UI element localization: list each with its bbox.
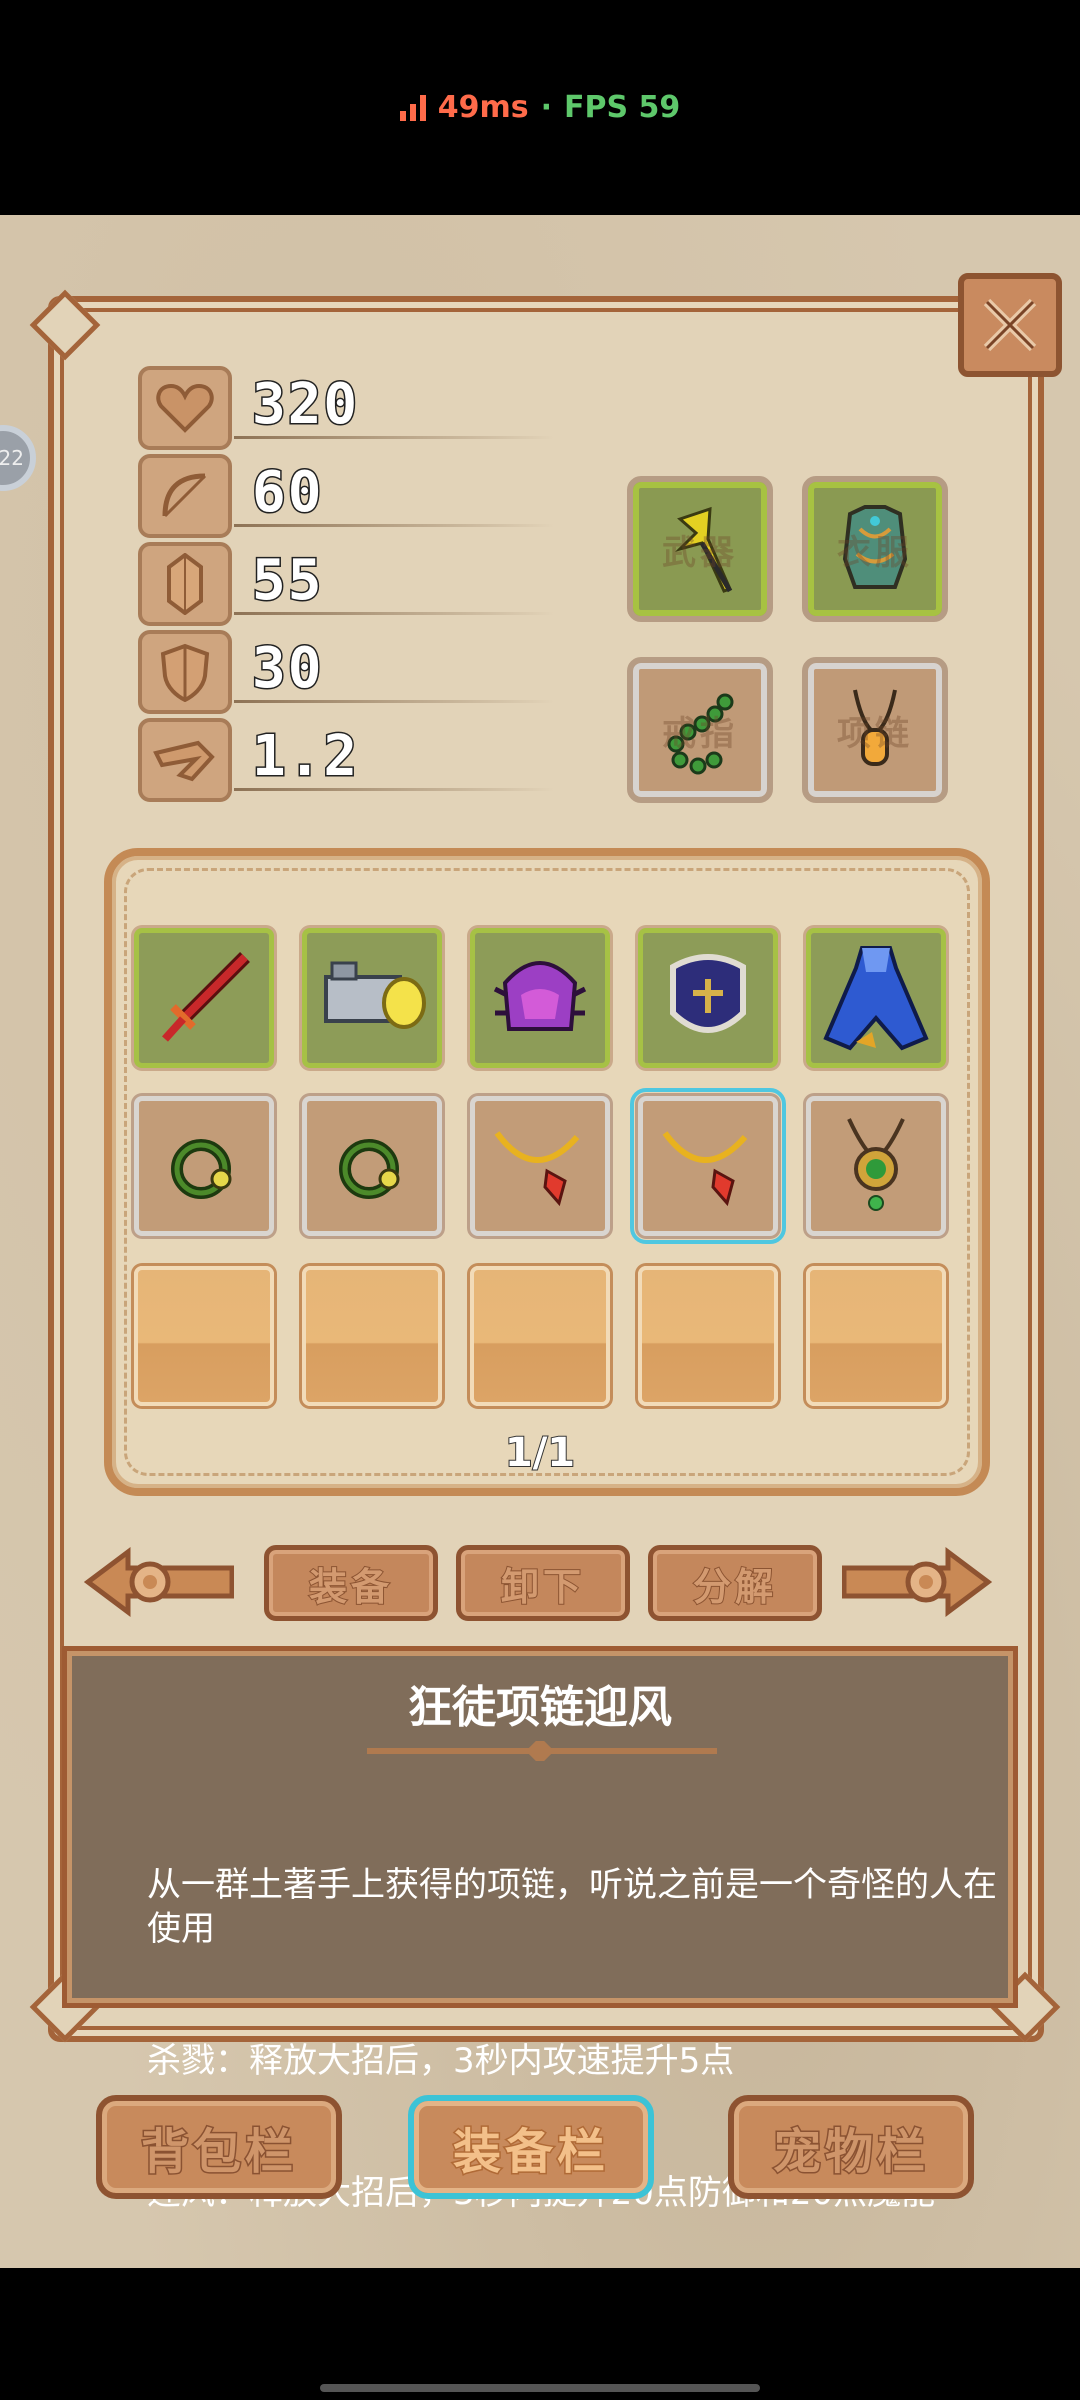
speed-icon (138, 718, 232, 802)
equipped-armor-slot[interactable]: 衣服 (802, 476, 948, 622)
stat-value-health: 320 (250, 371, 360, 439)
next-page-button[interactable] (841, 1532, 993, 1632)
inventory-slot-empty[interactable] (302, 1266, 442, 1406)
inventory-slot-cannon[interactable] (302, 928, 442, 1068)
equipped-weapon-slot[interactable]: 武器 (627, 476, 773, 622)
equipped-ring-slot[interactable]: 戒指 (627, 657, 773, 803)
equip-button[interactable]: 装备 (264, 1545, 438, 1621)
stat-row-health: 320 (138, 366, 558, 450)
shield-icon (138, 630, 232, 714)
stat-underline (234, 436, 554, 439)
tab-equipment[interactable]: 装备栏 (408, 2095, 654, 2199)
inventory-slot-green-ring[interactable] (302, 1096, 442, 1236)
slot-label-armor: 衣服 (837, 532, 913, 573)
inventory-slot-gold-necklace[interactable] (470, 1096, 610, 1236)
stat-underline (234, 524, 554, 527)
home-indicator[interactable] (320, 2384, 760, 2392)
inventory-slot-gold-necklace-selected[interactable] (630, 1088, 786, 1244)
tab-pets[interactable]: 宠物栏 (728, 2095, 974, 2199)
purple-helmet-icon (493, 961, 587, 1031)
gold-necklace-icon (662, 1131, 748, 1207)
stat-row-speed: 1.2 (138, 718, 558, 802)
gold-necklace-icon (494, 1131, 580, 1207)
stat-row-attack: 60 (138, 454, 558, 538)
blue-shield-icon (670, 954, 746, 1033)
green-ring-icon (339, 1139, 400, 1199)
inventory-slot-green-ring[interactable] (134, 1096, 274, 1236)
inventory-slot-empty[interactable] (134, 1266, 274, 1406)
equipped-necklace-slot[interactable]: 项链 (802, 657, 948, 803)
inventory-slot-blue-shield[interactable] (638, 928, 778, 1068)
inventory-slot-red-sword[interactable] (134, 928, 274, 1068)
separator: · (540, 90, 552, 125)
left-arrow-icon (83, 1547, 235, 1617)
status-bar: 49ms · FPS 59 (0, 0, 1080, 215)
fps-text: FPS 59 (564, 90, 681, 125)
inventory-slot-emerald-pendant[interactable] (806, 1096, 946, 1236)
crystal-icon (138, 542, 232, 626)
slot-label-weapon: 武器 (662, 532, 738, 573)
green-ring-icon (171, 1139, 232, 1199)
ping-text: 49ms (437, 90, 529, 125)
decompose-button[interactable]: 分解 (648, 1545, 822, 1621)
stat-row-defense: 30 (138, 630, 558, 714)
stat-value-attack: 60 (250, 459, 324, 527)
item-description-text: 从一群土著手上获得的项链，听说之前是一个奇怪的人在使用 杀戮：释放大招后，3秒内… (147, 1775, 1007, 2303)
inventory-slot-empty[interactable] (638, 1266, 778, 1406)
blue-cloak-icon (823, 946, 929, 1051)
stat-underline (234, 700, 554, 703)
unequip-button[interactable]: 卸下 (456, 1545, 630, 1621)
stat-value-magic: 55 (250, 547, 324, 615)
bow-icon (138, 454, 232, 538)
stat-value-defense: 30 (250, 635, 324, 703)
previous-page-button[interactable] (83, 1532, 235, 1632)
description-line: 从一群土著手上获得的项链，听说之前是一个奇怪的人在使用 (147, 1865, 997, 1949)
stat-row-magic: 55 (138, 542, 558, 626)
stat-underline (234, 788, 554, 791)
emerald-pendant-icon (847, 1118, 905, 1211)
close-button[interactable] (958, 273, 1062, 377)
cannon-icon (324, 961, 426, 1029)
inventory-slot-empty[interactable] (470, 1266, 610, 1406)
side-badge-label: 22 (0, 446, 24, 470)
slot-label-ring: 戒指 (662, 713, 738, 754)
title-divider (367, 1741, 717, 1761)
red-sword-icon (162, 952, 250, 1042)
page-indicator: 1/1 (504, 1429, 576, 1477)
heart-icon (138, 366, 232, 450)
signal-icon (399, 94, 426, 121)
inventory-slot-empty[interactable] (806, 1266, 946, 1406)
stat-value-attack-speed: 1.2 (250, 723, 360, 791)
inventory-slot-blue-cloak[interactable] (806, 928, 946, 1068)
inventory-slot-purple-helmet[interactable] (470, 928, 610, 1068)
stat-underline (234, 612, 554, 615)
right-arrow-icon (841, 1547, 993, 1617)
tab-backpack[interactable]: 背包栏 (96, 2095, 342, 2199)
item-name: 狂徒项链迎风 (408, 1682, 672, 1733)
close-icon (983, 298, 1037, 352)
slot-label-necklace: 项链 (837, 713, 913, 754)
item-description-panel: 狂徒项链迎风 从一群土著手上获得的项链，听说之前是一个奇怪的人在使用 杀戮：释放… (62, 1646, 1018, 2213)
description-line: 杀戮：释放大招后，3秒内攻速提升5点 (147, 2041, 735, 2081)
